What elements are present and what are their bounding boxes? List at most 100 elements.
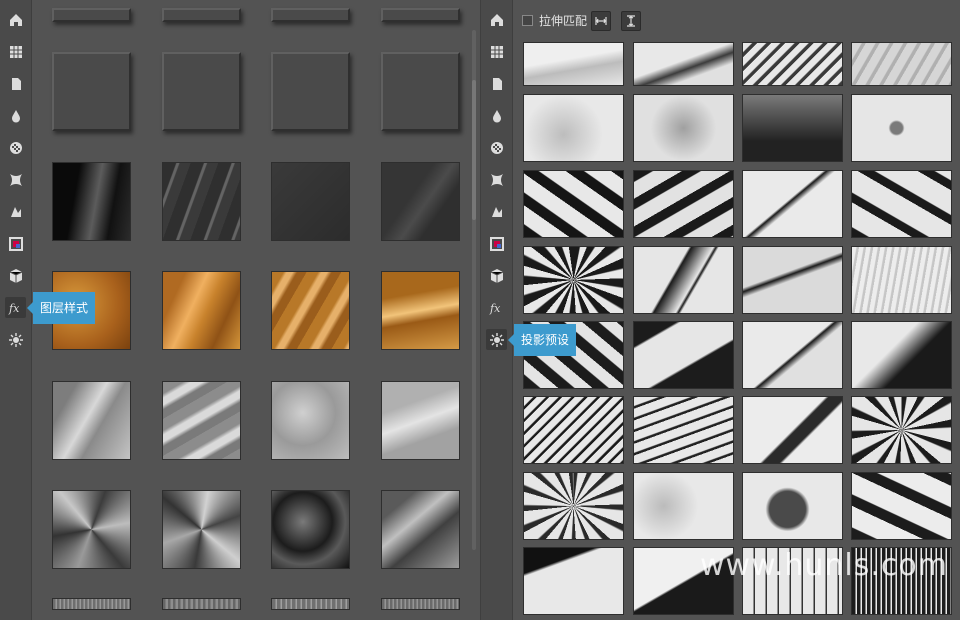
- watermark-text: www.hunls.com: [700, 548, 949, 583]
- shadow-preset-thumbnail[interactable]: [742, 170, 843, 238]
- sun-tool-button[interactable]: [486, 329, 507, 350]
- layer-style-swatch[interactable]: [271, 162, 350, 241]
- shadow-preset-thumbnail[interactable]: [523, 42, 624, 86]
- layer-style-swatch[interactable]: [381, 381, 460, 460]
- shadow-preset-thumbnail[interactable]: [742, 396, 843, 464]
- shadow-preset-thumbnail[interactable]: [851, 246, 952, 314]
- warp-tool-button[interactable]: [486, 169, 507, 190]
- svg-text:fx: fx: [489, 302, 501, 315]
- shadow-preset-thumbnail[interactable]: [523, 170, 624, 238]
- shadow-preset-thumbnail[interactable]: [633, 472, 734, 540]
- shapes-tool-button[interactable]: [486, 201, 507, 222]
- shadow-preset-thumbnail[interactable]: [523, 396, 624, 464]
- shadow-preset-thumbnail[interactable]: [742, 472, 843, 540]
- shadow-preset-thumbnail[interactable]: [523, 246, 624, 314]
- stretch-fit-checkbox[interactable]: [522, 15, 533, 26]
- shadow-preset-thumbnail[interactable]: [523, 472, 624, 540]
- layer-style-swatch[interactable]: [52, 52, 131, 131]
- layer-style-swatch[interactable]: [381, 162, 460, 241]
- grid-tool-button[interactable]: [5, 41, 26, 62]
- cube-icon: [490, 268, 503, 283]
- layer-style-swatch[interactable]: [271, 490, 350, 569]
- layer-style-swatch[interactable]: [381, 8, 460, 22]
- fx-icon: fx: [489, 302, 501, 315]
- shadow-preset-thumbnail[interactable]: [742, 246, 843, 314]
- shadow-preset-thumbnail[interactable]: [633, 246, 734, 314]
- shadow-preset-thumbnail[interactable]: [633, 170, 734, 238]
- color-frame-tool-button[interactable]: [486, 233, 507, 254]
- shadow-preset-thumbnail[interactable]: [851, 472, 952, 540]
- drop-tool-button[interactable]: [486, 105, 507, 126]
- document-tool-button[interactable]: [486, 73, 507, 94]
- fit-height-button[interactable]: [621, 11, 641, 31]
- shadow-preset-thumbnail[interactable]: [633, 396, 734, 464]
- drop-tool-button[interactable]: [5, 105, 26, 126]
- layer-style-swatch[interactable]: [52, 162, 131, 241]
- layer-style-swatch[interactable]: [381, 271, 460, 350]
- layer-style-swatch[interactable]: [162, 52, 241, 131]
- layer-style-swatch[interactable]: [271, 381, 350, 460]
- grid-tool-button[interactable]: [486, 41, 507, 62]
- shadow-presets-panel: fx 投影预设: [480, 0, 960, 620]
- warp-icon: [9, 173, 22, 186]
- shadow-preset-thumbnail[interactable]: [633, 94, 734, 162]
- layer-style-swatch[interactable]: [381, 490, 460, 569]
- layer-style-swatch[interactable]: [271, 598, 350, 610]
- right-toolbar: fx: [481, 0, 513, 620]
- document-tool-button[interactable]: [5, 73, 26, 94]
- stretch-fit-label[interactable]: 拉伸匹配: [539, 12, 587, 30]
- fx-tool-button[interactable]: fx: [5, 297, 26, 318]
- fit-width-button[interactable]: [591, 11, 611, 31]
- shadow-preset-thumbnail[interactable]: [633, 42, 734, 86]
- shadow-preset-thumbnail[interactable]: [633, 321, 734, 389]
- layer-style-swatch[interactable]: [162, 598, 241, 610]
- layer-style-swatch[interactable]: [162, 8, 241, 22]
- document-icon: [11, 77, 21, 90]
- layer-style-swatch[interactable]: [162, 490, 241, 569]
- color-frame-icon: [489, 236, 504, 251]
- shadow-preset-thumbnail[interactable]: [742, 94, 843, 162]
- cube-tool-button[interactable]: [486, 265, 507, 286]
- grid-icon: [490, 45, 503, 58]
- layer-style-swatch[interactable]: [271, 271, 350, 350]
- layer-style-swatch[interactable]: [162, 162, 241, 241]
- layer-style-swatch[interactable]: [381, 52, 460, 131]
- shadow-preset-thumbnail[interactable]: [523, 94, 624, 162]
- shapes-tool-button[interactable]: [5, 201, 26, 222]
- shadow-preset-thumbnail[interactable]: [851, 94, 952, 162]
- shadow-preset-thumbnail[interactable]: [742, 42, 843, 86]
- shapes-icon: [491, 206, 502, 217]
- warp-tool-button[interactable]: [5, 169, 26, 190]
- svg-text:fx: fx: [8, 302, 20, 315]
- checker-tool-button[interactable]: [5, 137, 26, 158]
- drop-icon: [11, 109, 20, 122]
- shadow-preset-thumbnail[interactable]: [742, 321, 843, 389]
- home-tool-button[interactable]: [486, 9, 507, 30]
- grid-icon: [9, 45, 22, 58]
- layer-style-swatch[interactable]: [52, 381, 131, 460]
- cube-tool-button[interactable]: [5, 265, 26, 286]
- shapes-icon: [10, 206, 21, 217]
- checker-icon: [490, 141, 503, 154]
- layer-style-swatch[interactable]: [271, 52, 350, 131]
- shadow-preset-thumbnail[interactable]: [851, 42, 952, 86]
- layer-style-swatch[interactable]: [52, 8, 131, 22]
- shadow-preset-thumbnail[interactable]: [523, 547, 624, 615]
- shadow-preset-thumbnail[interactable]: [851, 396, 952, 464]
- color-frame-tool-button[interactable]: [5, 233, 26, 254]
- shadow-preset-thumbnail[interactable]: [851, 321, 952, 389]
- home-icon: [490, 13, 503, 26]
- sun-tool-button[interactable]: [5, 329, 26, 350]
- left-scrollbar[interactable]: [472, 30, 476, 550]
- left-scrollbar-thumb[interactable]: [472, 80, 476, 220]
- layer-style-swatch[interactable]: [271, 8, 350, 22]
- layer-style-swatch[interactable]: [162, 381, 241, 460]
- layer-style-swatch[interactable]: [52, 598, 131, 610]
- fx-tool-button[interactable]: fx: [486, 297, 507, 318]
- layer-style-swatch[interactable]: [381, 598, 460, 610]
- layer-style-swatch[interactable]: [52, 490, 131, 569]
- shadow-preset-thumbnail[interactable]: [851, 170, 952, 238]
- layer-style-swatch[interactable]: [162, 271, 241, 350]
- home-tool-button[interactable]: [5, 9, 26, 30]
- checker-tool-button[interactable]: [486, 137, 507, 158]
